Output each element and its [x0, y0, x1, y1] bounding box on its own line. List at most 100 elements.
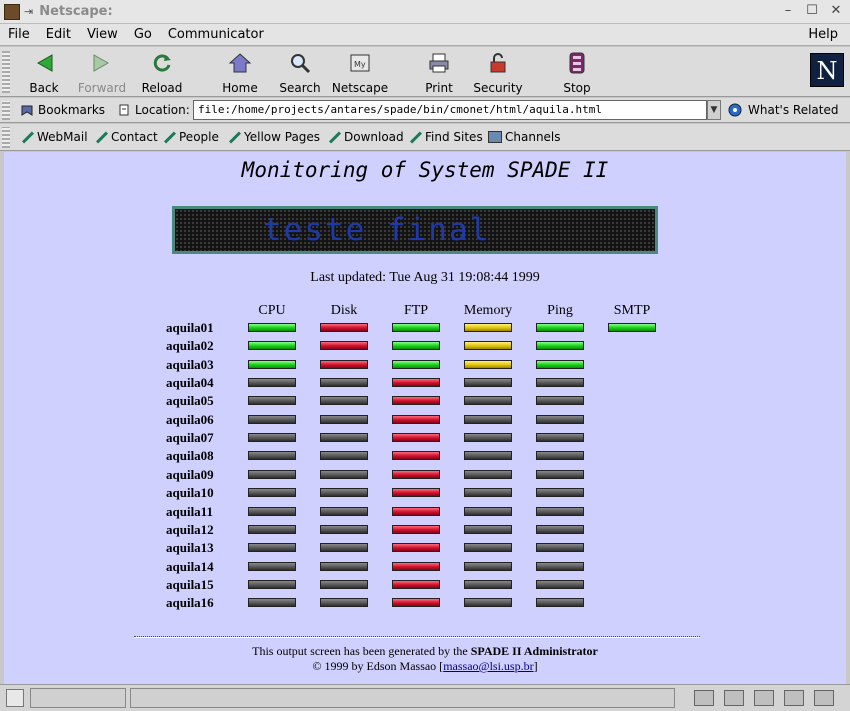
printer-icon — [427, 51, 451, 75]
menu-view[interactable]: View — [79, 27, 126, 42]
bookmark-pen-icon — [327, 130, 341, 144]
status-bar-gray — [248, 451, 296, 460]
bookmark-pen-icon — [20, 130, 34, 144]
status-bar-yellow — [464, 323, 512, 332]
component-bar — [694, 690, 834, 706]
close-icon[interactable]: ✕ — [828, 3, 844, 19]
status-bar-red — [392, 396, 440, 405]
status-bar — [0, 684, 850, 711]
column-header: Disk — [330, 303, 358, 318]
menu-edit[interactable]: Edit — [38, 27, 79, 42]
back-label: Back — [29, 81, 59, 95]
status-bar-gray — [536, 598, 584, 607]
toolbar-grip[interactable] — [2, 51, 10, 93]
minimize-icon[interactable]: – — [780, 3, 796, 19]
menu-file[interactable]: File — [0, 27, 38, 42]
status-bar-gray — [248, 562, 296, 571]
maximize-icon[interactable]: ☐ — [804, 3, 820, 19]
netscape-button[interactable]: My Netscape — [328, 51, 392, 95]
status-bar-gray — [464, 378, 512, 387]
personal-link-yellow-pages[interactable]: Yellow Pages — [227, 130, 320, 144]
toolbar-grip[interactable] — [2, 101, 10, 120]
status-bar-gray — [248, 470, 296, 479]
host-label: aquila02 — [166, 338, 214, 353]
footer-admin-name: SPADE II Administrator — [470, 644, 598, 658]
location-label: Location: — [135, 103, 190, 117]
bookmark-pen-icon — [408, 130, 422, 144]
bookmarks-icon — [21, 105, 33, 116]
search-icon — [288, 51, 312, 75]
status-bar-gray — [464, 415, 512, 424]
window-controls: – ☐ ✕ — [780, 3, 844, 19]
status-bar-gray — [464, 507, 512, 516]
navigator-icon[interactable] — [694, 690, 714, 706]
status-bar-gray — [536, 562, 584, 571]
status-bar-gray — [248, 488, 296, 497]
column-header: CPU — [258, 303, 286, 318]
forward-button[interactable]: Forward — [70, 51, 134, 95]
page-content[interactable]: Monitoring of System SPADE II teste fina… — [4, 152, 846, 684]
netscape-app-icon[interactable] — [4, 3, 20, 20]
menu-communicator[interactable]: Communicator — [160, 27, 272, 42]
status-bar-red — [392, 488, 440, 497]
status-bar-gray — [320, 396, 368, 405]
status-bar-red — [392, 543, 440, 552]
host-label: aquila12 — [166, 522, 214, 537]
lock-icon — [486, 51, 510, 75]
menu-help[interactable]: Help — [800, 27, 846, 42]
location-input[interactable]: file:/home/projects/antares/spade/bin/cm… — [193, 100, 707, 120]
search-button[interactable]: Search — [268, 51, 332, 95]
personal-link-webmail[interactable]: WebMail — [20, 130, 88, 144]
status-bar-gray — [536, 451, 584, 460]
personal-link-contact[interactable]: Contact — [94, 130, 158, 144]
status-bar-red — [392, 598, 440, 607]
mail-icon[interactable] — [724, 690, 744, 706]
netscape-label: Netscape — [331, 81, 389, 95]
personal-link-label: People — [179, 130, 219, 144]
personal-link-download[interactable]: Download — [327, 130, 404, 144]
menu-go[interactable]: Go — [126, 27, 160, 42]
status-bar-gray — [536, 580, 584, 589]
personal-toolbar: WebMail Contact People Yellow Pages Down… — [0, 124, 850, 151]
bookmarks-button[interactable]: Bookmarks — [20, 103, 105, 117]
location-dropdown-icon[interactable]: ▼ — [707, 100, 721, 120]
address-book-icon[interactable] — [784, 690, 804, 706]
reload-button[interactable]: Reload — [130, 51, 194, 95]
status-bar-gray — [464, 488, 512, 497]
status-bar-green — [392, 341, 440, 350]
discussions-icon[interactable] — [754, 690, 774, 706]
status-bar-gray — [536, 507, 584, 516]
personal-link-people[interactable]: People — [162, 130, 219, 144]
toolbar-grip[interactable] — [2, 127, 10, 148]
window-titlebar: ⇥ Netscape: – ☐ ✕ — [0, 0, 850, 24]
status-bar-gray — [320, 507, 368, 516]
status-bar-red — [392, 470, 440, 479]
column-header: FTP — [403, 303, 429, 318]
status-bar-gray — [464, 543, 512, 552]
security-button[interactable]: Security — [466, 51, 530, 95]
page-proxy-icon[interactable] — [117, 103, 131, 117]
personal-link-channels[interactable]: Channels — [488, 130, 561, 144]
svg-text:My: My — [354, 60, 366, 69]
status-bar-gray — [320, 451, 368, 460]
whats-related-button[interactable]: What's Related — [728, 103, 838, 117]
home-button[interactable]: Home — [208, 51, 272, 95]
security-status-icon[interactable] — [6, 689, 24, 707]
pin-icon[interactable]: ⇥ — [24, 5, 33, 18]
print-button[interactable]: Print — [407, 51, 471, 95]
footer-email-link[interactable]: massao@lsi.usp.br — [443, 659, 533, 673]
bookmarks-label: Bookmarks — [38, 103, 106, 117]
composer-icon[interactable] — [814, 690, 834, 706]
search-label: Search — [279, 81, 321, 95]
column-header: Ping — [547, 303, 573, 318]
netscape-logo[interactable]: N — [810, 53, 844, 87]
location-label-group: Location: — [117, 103, 190, 117]
status-bar-gray — [536, 488, 584, 497]
stop-button[interactable]: Stop — [545, 51, 609, 95]
status-bar-gray — [248, 525, 296, 534]
status-bar-gray — [248, 543, 296, 552]
personal-link-find-sites[interactable]: Find Sites — [408, 130, 483, 144]
status-bar-red — [392, 525, 440, 534]
host-label: aquila06 — [166, 412, 214, 427]
back-button[interactable]: Back — [12, 51, 76, 95]
